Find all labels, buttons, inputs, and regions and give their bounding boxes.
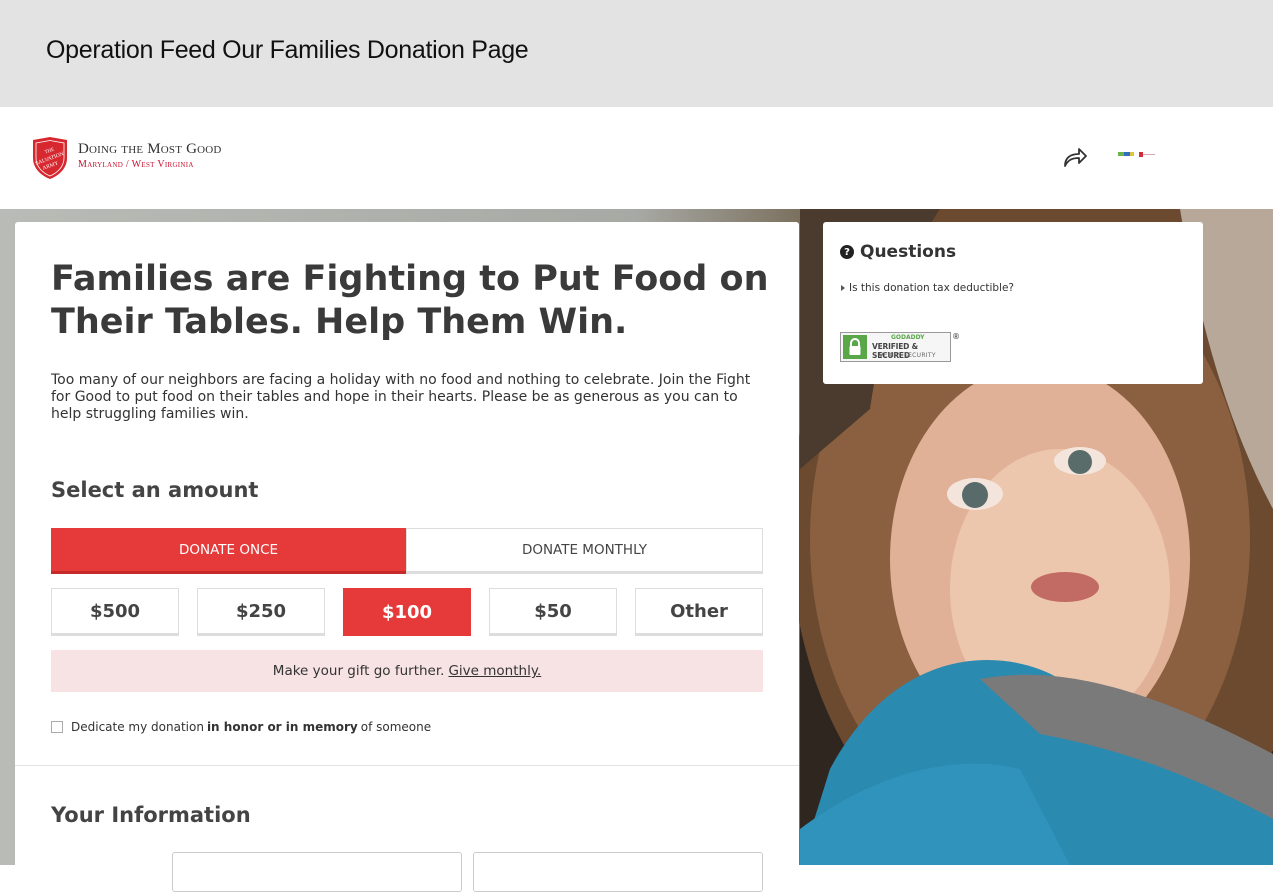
questions-card: ? Questions Is this donation tax deducti… (823, 222, 1203, 384)
amount-500-button[interactable]: $500 (51, 588, 179, 636)
donate-once-tab[interactable]: DONATE ONCE (51, 528, 406, 574)
brand-wordmark[interactable]: Doing the Most Good Maryland / West Virg… (78, 141, 222, 170)
amount-100-button[interactable]: $100 (343, 588, 471, 636)
window-title: Operation Feed Our Families Donation Pag… (46, 36, 529, 64)
faq-item[interactable]: Is this donation tax deductible? (841, 282, 1014, 294)
brand-tagline: Doing the Most Good (78, 141, 222, 157)
frequency-toggle: DONATE ONCE DONATE MONTHLY (51, 528, 763, 574)
share-arrow-icon[interactable] (1062, 146, 1088, 168)
first-name-field[interactable] (172, 852, 462, 892)
dedicate-option[interactable]: Dedicate my donation in honor or in memo… (51, 720, 431, 734)
godaddy-security-seal[interactable]: GODADDY VERIFIED & SECURED VERIFY SECURI… (840, 332, 951, 362)
amount-50-button[interactable]: $50 (489, 588, 617, 636)
seal-line2: VERIFY SECURITY (879, 352, 936, 359)
caret-right-icon (841, 285, 845, 291)
page-headline: Families are Fighting to Put Food on The… (51, 259, 769, 342)
donation-form-card: Families are Fighting to Put Food on The… (15, 222, 799, 892)
give-monthly-link[interactable]: Give monthly. (448, 663, 541, 679)
last-name-field[interactable] (473, 852, 763, 892)
language-flags-icon[interactable] (1118, 151, 1158, 159)
dedicate-prefix: Dedicate my donation (71, 720, 204, 734)
your-information-title: Your Information (51, 803, 251, 827)
brand-region: Maryland / West Virginia (78, 159, 194, 170)
question-circle-icon: ? (840, 245, 854, 259)
amount-250-button[interactable]: $250 (197, 588, 325, 636)
seal-brand: GODADDY (891, 334, 925, 341)
promo-text: Make your gift go further. (272, 663, 445, 679)
donate-monthly-tab[interactable]: DONATE MONTHLY (406, 528, 763, 574)
salvation-army-shield-logo[interactable]: THE SALVATION ARMY (29, 136, 71, 180)
dedicate-bold: in honor or in memory (206, 720, 358, 734)
registered-mark: ® (952, 332, 960, 341)
questions-heading: ? Questions (840, 242, 956, 262)
amount-other-button[interactable]: Other (635, 588, 763, 636)
select-amount-title: Select an amount (51, 478, 259, 502)
intro-paragraph: Too many of our neighbors are facing a h… (51, 372, 751, 422)
dedicate-suffix: of someone (360, 720, 432, 734)
faq-question: Is this donation tax deductible? (849, 282, 1015, 294)
monthly-promo-banner: Make your gift go further. Give monthly. (51, 650, 763, 692)
questions-title: Questions (860, 242, 957, 262)
title-bar: Operation Feed Our Families Donation Pag… (0, 0, 1273, 107)
dedicate-checkbox[interactable] (51, 721, 63, 733)
amount-options: $500 $250 $100 $50 Other (51, 588, 763, 636)
lock-icon (843, 335, 867, 359)
section-divider (15, 765, 799, 766)
